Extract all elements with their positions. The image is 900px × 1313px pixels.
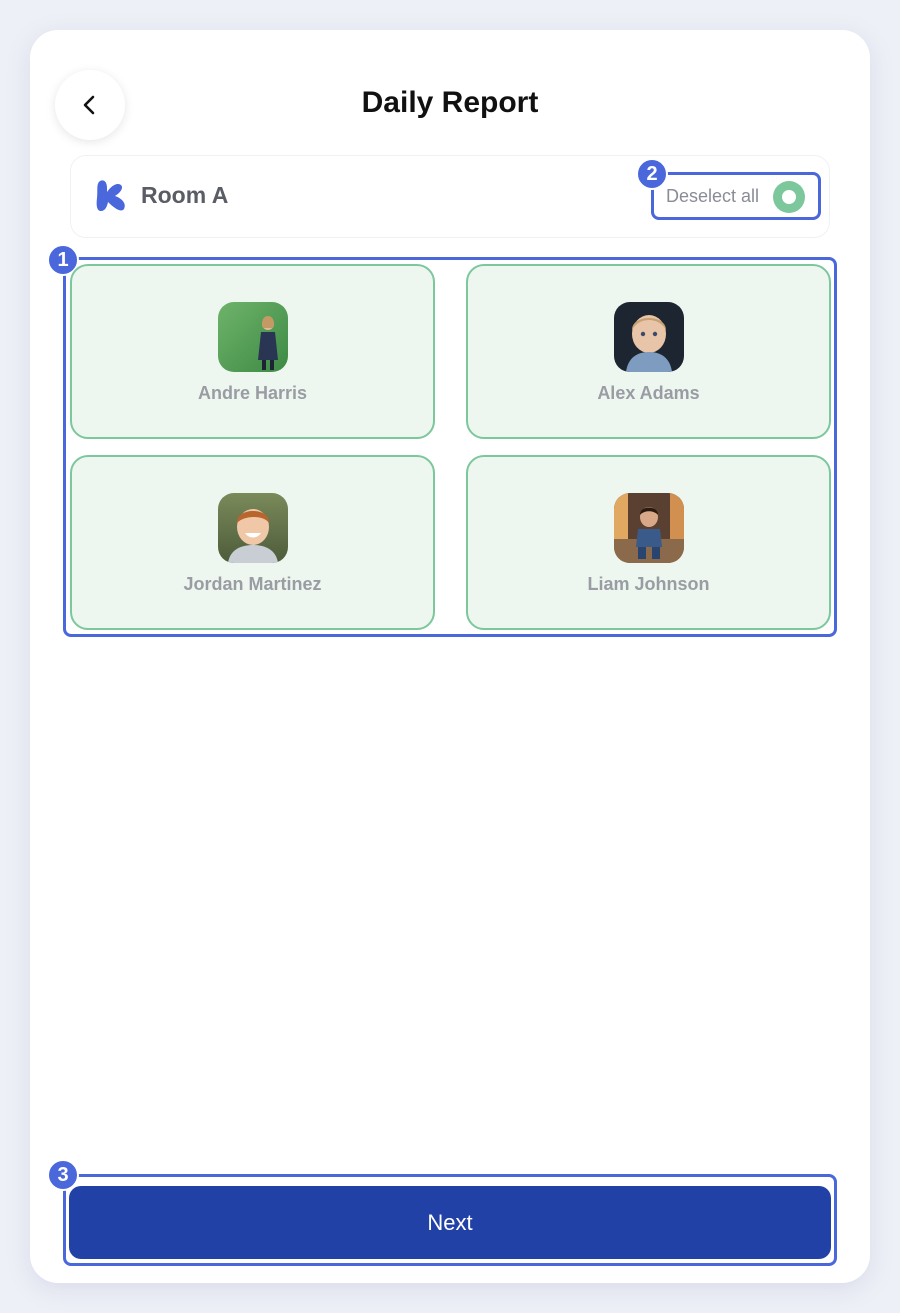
room-logo-icon (96, 180, 125, 211)
room-name: Room A (141, 182, 229, 208)
child-name: Andre Harris (197, 383, 308, 403)
child-avatar (614, 302, 684, 372)
annotation-badge-3: 3 (47, 1159, 79, 1191)
child-card-andre-harris[interactable]: Andre Harris (70, 264, 435, 439)
child-avatar (614, 493, 684, 563)
page-title: Daily Report (361, 86, 539, 119)
child-card-jordan-martinez[interactable]: Jordan Martinez (70, 455, 435, 630)
deselect-all-toggle[interactable] (773, 181, 805, 213)
child-name: Jordan Martinez (183, 574, 322, 594)
child-avatar (218, 302, 288, 372)
child-name: Alex Adams (597, 383, 700, 403)
child-card-alex-adams[interactable]: Alex Adams (466, 264, 831, 439)
deselect-all-label[interactable]: Deselect all (666, 186, 759, 207)
next-button[interactable]: Next (69, 1186, 831, 1259)
annotation-badge-2: 2 (636, 158, 668, 190)
child-name: Liam Johnson (587, 574, 710, 594)
child-card-liam-johnson[interactable]: Liam Johnson (466, 455, 831, 630)
child-avatar (218, 493, 288, 563)
